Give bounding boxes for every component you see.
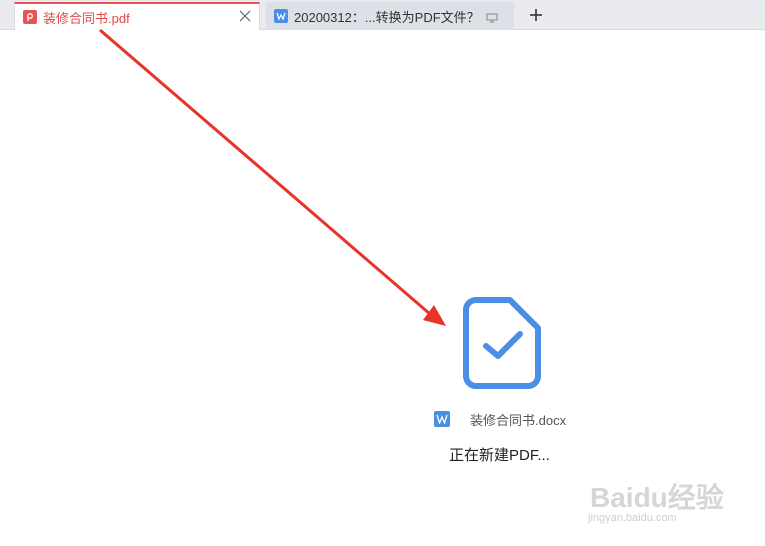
file-row: 装修合同书.docx	[434, 410, 566, 428]
watermark-url: jingyan.baidu.com	[588, 512, 677, 524]
tab-word-doc[interactable]: 20200312：...转换为PDF文件？	[266, 2, 514, 30]
word-icon	[434, 411, 450, 427]
tab-pdf[interactable]: 装修合同书.pdf	[14, 2, 260, 30]
pdf-icon	[23, 10, 37, 24]
tab-bar: 装修合同书.pdf 20200312：...转换为PDF文件？	[0, 0, 765, 30]
word-icon	[274, 9, 288, 23]
watermark-logo: Baidu经验	[590, 482, 724, 513]
close-icon[interactable]	[239, 10, 251, 22]
file-name: 装修合同书.docx	[470, 412, 567, 428]
new-tab-button[interactable]	[528, 7, 544, 23]
plus-icon	[530, 9, 542, 21]
watermark: Baidu经验 jingyan.baidu.com	[586, 460, 746, 530]
tab-label: 装修合同书.pdf	[43, 10, 130, 26]
document-check-icon	[462, 296, 544, 390]
status-text: 正在新建PDF...	[449, 447, 550, 464]
tab-label: 20200312：...转换为PDF文件？	[294, 9, 480, 25]
monitor-icon	[486, 11, 498, 23]
